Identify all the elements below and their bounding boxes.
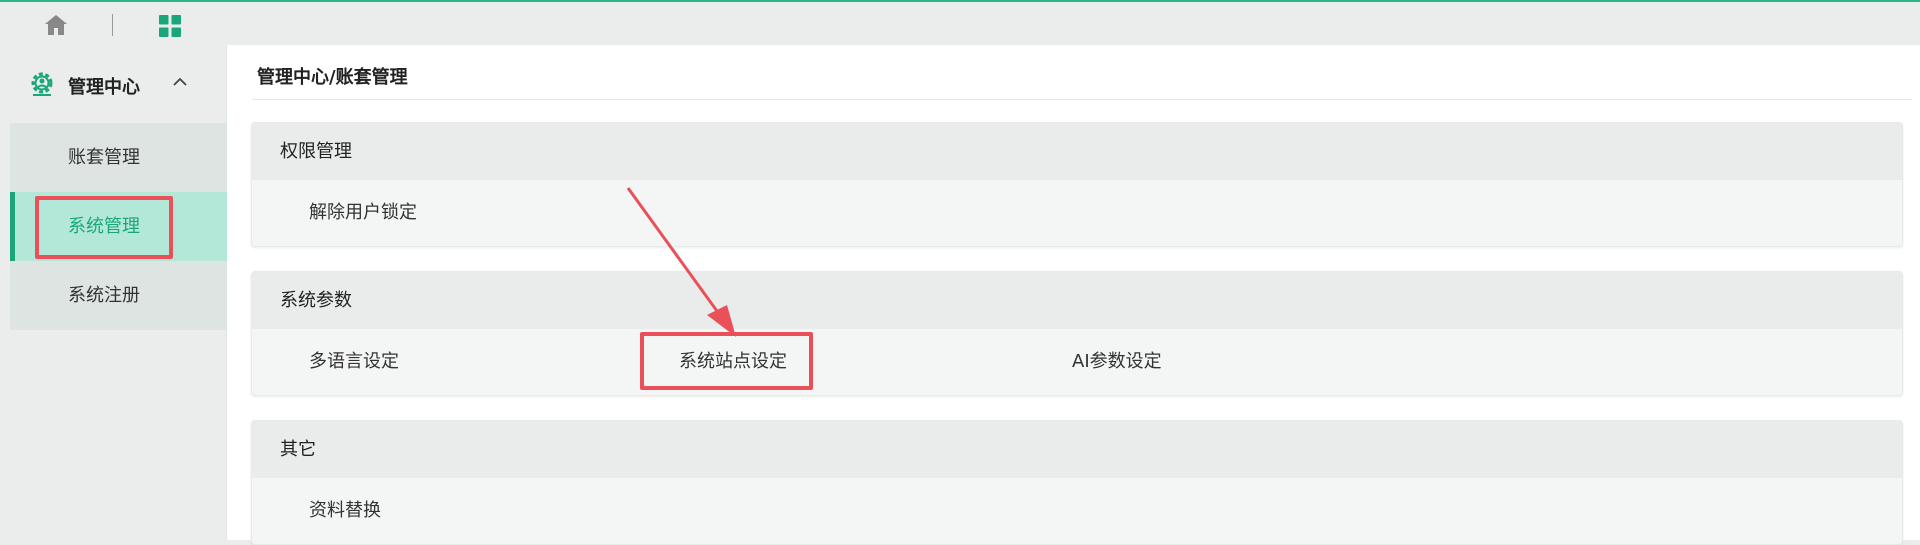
top-bar — [0, 0, 1920, 45]
annotation-highlight-box — [35, 196, 173, 259]
unlock-user-link[interactable]: 解除用户锁定 — [309, 180, 417, 246]
panel-body: 解除用户锁定 — [252, 180, 1902, 246]
panel-title: 权限管理 — [252, 123, 1902, 180]
data-replace-link[interactable]: 资料替换 — [309, 478, 381, 544]
sidebar-item-label: 账套管理 — [68, 147, 140, 168]
annotation-highlight-box — [640, 332, 813, 390]
sidebar-item-label: 系统注册 — [68, 285, 140, 306]
breadcrumb-divider — [252, 99, 1912, 100]
main-content: 管理中心/账套管理 权限管理 解除用户锁定 系统参数 多语言设定 系统站点设定 … — [227, 45, 1920, 545]
sidebar-item-account-set[interactable]: 账套管理 — [10, 123, 227, 192]
sidebar: 管理中心 账套管理 系统管理 系统注册 — [0, 45, 227, 540]
home-icon[interactable] — [44, 14, 68, 36]
breadcrumb: 管理中心/账套管理 — [257, 67, 408, 88]
topbar-divider — [112, 14, 113, 36]
panel-system-parameters: 系统参数 多语言设定 系统站点设定 AI参数设定 — [251, 271, 1903, 396]
panel-other: 其它 资料替换 — [251, 420, 1903, 545]
grid-apps-icon[interactable] — [158, 14, 182, 38]
gear-icon — [31, 72, 53, 96]
chevron-up-icon[interactable] — [172, 75, 188, 89]
panel-title: 其它 — [252, 421, 1902, 478]
panel-permission-management: 权限管理 解除用户锁定 — [251, 122, 1903, 247]
panel-title: 系统参数 — [252, 272, 1902, 329]
sidebar-group-title: 管理中心 — [68, 77, 140, 98]
multi-language-setting-link[interactable]: 多语言设定 — [309, 329, 399, 395]
ai-parameter-setting-link[interactable]: AI参数设定 — [1072, 329, 1162, 395]
panel-body: 资料替换 — [252, 478, 1902, 544]
sidebar-group-header[interactable]: 管理中心 — [0, 45, 227, 123]
panel-body: 多语言设定 系统站点设定 AI参数设定 — [252, 329, 1902, 395]
sidebar-item-system-registration[interactable]: 系统注册 — [10, 261, 227, 330]
